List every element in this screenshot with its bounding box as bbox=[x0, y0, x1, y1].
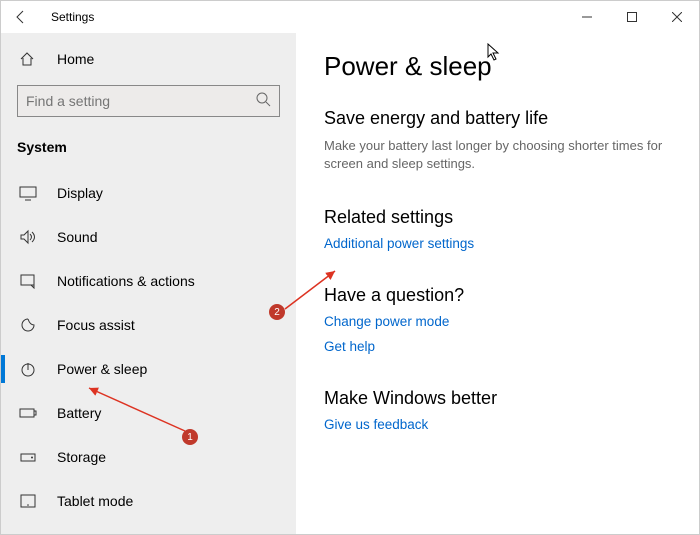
section-heading: Related settings bbox=[324, 207, 671, 228]
section-heading: Make Windows better bbox=[324, 388, 671, 409]
minimize-icon bbox=[582, 12, 592, 22]
sidebar-item-focus[interactable]: Focus assist bbox=[1, 303, 296, 347]
section-question: Have a question? Change power mode Get h… bbox=[324, 285, 671, 354]
section-related: Related settings Additional power settin… bbox=[324, 207, 671, 251]
link-additional-power[interactable]: Additional power settings bbox=[324, 236, 671, 251]
focus-icon bbox=[19, 317, 39, 333]
sidebar-item-tablet[interactable]: Tablet mode bbox=[1, 479, 296, 523]
storage-icon bbox=[19, 449, 39, 465]
home-label: Home bbox=[57, 51, 94, 67]
main-content: Power & sleep Save energy and battery li… bbox=[296, 33, 699, 534]
sidebar-item-label: Focus assist bbox=[57, 317, 135, 333]
sidebar-item-label: Battery bbox=[57, 405, 101, 421]
tablet-icon bbox=[19, 493, 39, 509]
sidebar: Home System Display Sound Notifications … bbox=[1, 33, 296, 534]
sidebar-item-power[interactable]: Power & sleep bbox=[1, 347, 296, 391]
power-icon bbox=[19, 361, 39, 377]
maximize-icon bbox=[627, 12, 637, 22]
sidebar-item-label: Sound bbox=[57, 229, 97, 245]
sidebar-item-display[interactable]: Display bbox=[1, 171, 296, 215]
sidebar-item-label: Notifications & actions bbox=[57, 273, 195, 289]
nav-menu: Display Sound Notifications & actions Fo… bbox=[1, 171, 296, 523]
sidebar-item-storage[interactable]: Storage bbox=[1, 435, 296, 479]
sidebar-item-label: Tablet mode bbox=[57, 493, 133, 509]
sidebar-item-sound[interactable]: Sound bbox=[1, 215, 296, 259]
search-input[interactable] bbox=[26, 93, 255, 109]
battery-icon bbox=[19, 405, 39, 421]
home-icon bbox=[19, 51, 39, 67]
sidebar-item-label: Storage bbox=[57, 449, 106, 465]
close-icon bbox=[672, 12, 682, 22]
section-description: Make your battery last longer by choosin… bbox=[324, 137, 664, 173]
notifications-icon bbox=[19, 273, 39, 289]
link-get-help[interactable]: Get help bbox=[324, 339, 671, 354]
home-link[interactable]: Home bbox=[1, 41, 296, 77]
page-title: Power & sleep bbox=[324, 51, 671, 82]
sound-icon bbox=[19, 229, 39, 245]
display-icon bbox=[19, 185, 39, 201]
sidebar-item-battery[interactable]: Battery bbox=[1, 391, 296, 435]
section-heading: Save energy and battery life bbox=[324, 108, 671, 129]
sidebar-item-label: Display bbox=[57, 185, 103, 201]
close-button[interactable] bbox=[654, 1, 699, 33]
section-feedback: Make Windows better Give us feedback bbox=[324, 388, 671, 432]
search-icon bbox=[255, 91, 271, 112]
group-heading: System bbox=[1, 131, 296, 171]
section-save-energy: Save energy and battery life Make your b… bbox=[324, 108, 671, 173]
window-title: Settings bbox=[41, 10, 94, 24]
annotation-badge-2: 2 bbox=[269, 304, 285, 320]
arrow-left-icon bbox=[13, 9, 29, 25]
annotation-badge-1: 1 bbox=[182, 429, 198, 445]
back-button[interactable] bbox=[1, 1, 41, 33]
sidebar-item-label: Power & sleep bbox=[57, 361, 147, 377]
title-bar: Settings bbox=[1, 1, 699, 33]
link-change-power-mode[interactable]: Change power mode bbox=[324, 314, 671, 329]
window-controls bbox=[564, 1, 699, 33]
sidebar-item-notifications[interactable]: Notifications & actions bbox=[1, 259, 296, 303]
section-heading: Have a question? bbox=[324, 285, 671, 306]
minimize-button[interactable] bbox=[564, 1, 609, 33]
search-box[interactable] bbox=[17, 85, 280, 117]
link-feedback[interactable]: Give us feedback bbox=[324, 417, 671, 432]
maximize-button[interactable] bbox=[609, 1, 654, 33]
